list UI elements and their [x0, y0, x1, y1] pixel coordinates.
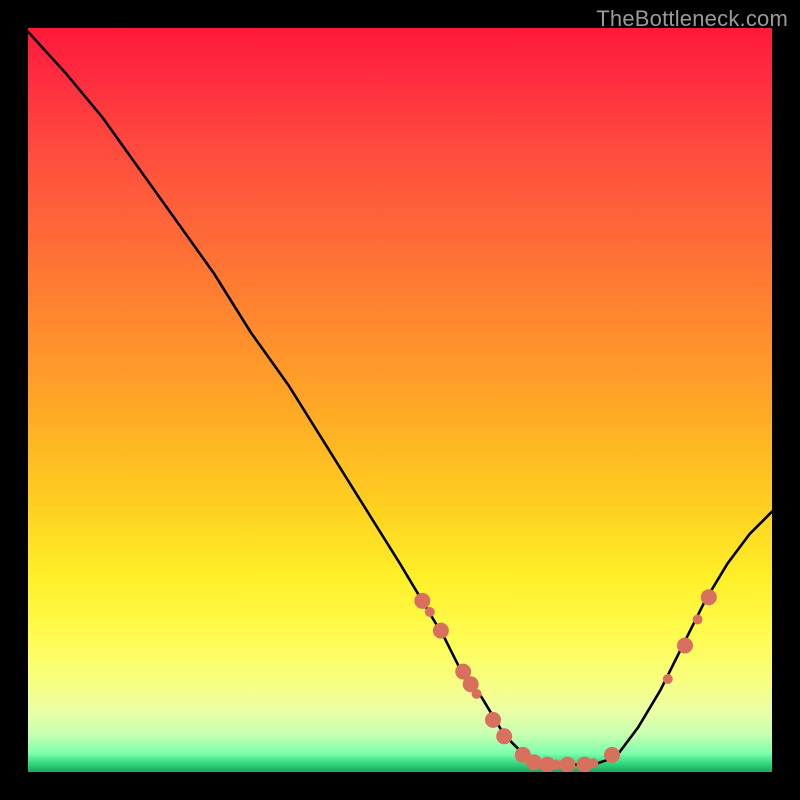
curve-marker — [663, 674, 673, 684]
curve-marker — [496, 728, 512, 744]
curve-markers — [414, 589, 717, 772]
curve-layer — [28, 28, 772, 772]
curve-marker — [433, 623, 449, 639]
curve-marker — [414, 593, 430, 609]
curve-marker — [701, 589, 717, 605]
curve-marker — [559, 757, 575, 772]
bottleneck-curve — [28, 32, 772, 765]
curve-marker — [526, 754, 542, 770]
plot-area — [28, 28, 772, 772]
curve-marker — [425, 607, 435, 617]
attribution-text: TheBottleneck.com — [596, 6, 788, 32]
curve-marker — [472, 689, 482, 699]
chart-frame: TheBottleneck.com — [0, 0, 800, 800]
curve-marker — [693, 615, 703, 625]
curve-marker — [485, 712, 501, 728]
curve-marker — [588, 758, 598, 768]
curve-marker — [677, 638, 693, 654]
curve-marker — [604, 747, 620, 763]
